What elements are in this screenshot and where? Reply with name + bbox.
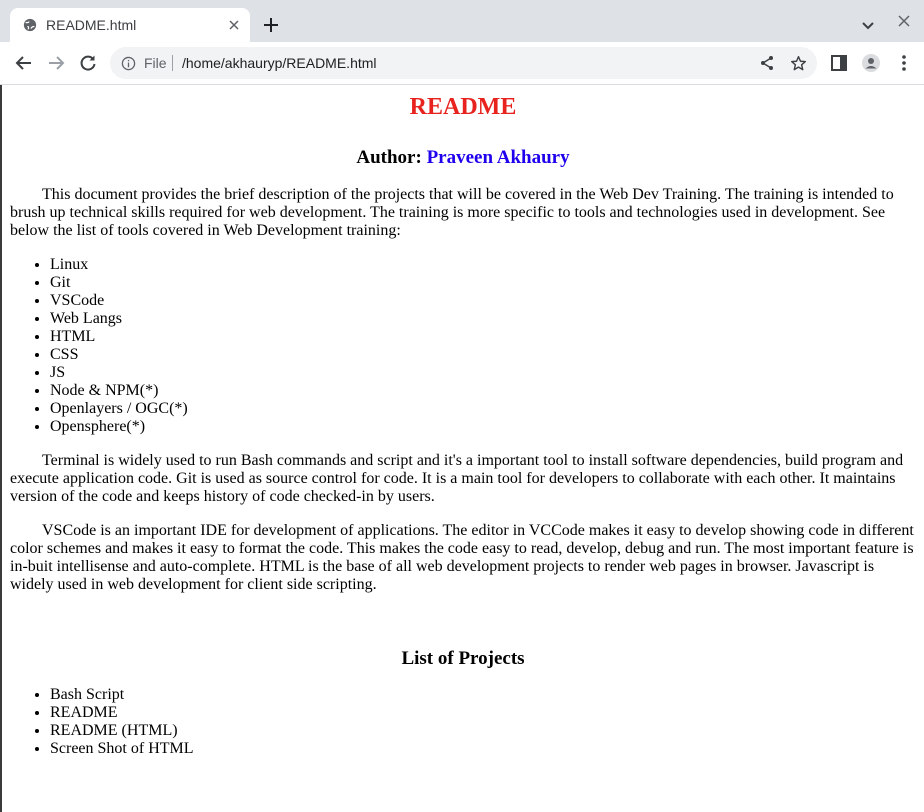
list-item: README [50, 704, 916, 722]
list-item: Openlayers / OGC(*) [50, 400, 916, 418]
side-panel-icon[interactable] [829, 53, 849, 73]
close-icon[interactable] [226, 17, 242, 33]
reload-icon[interactable] [78, 53, 98, 73]
url-text[interactable]: /home/akhauryp/README.html [182, 55, 377, 71]
close-icon[interactable] [896, 13, 912, 29]
back-arrow-icon[interactable] [14, 53, 34, 73]
terminal-paragraph: Terminal is widely used to run Bash comm… [10, 452, 904, 505]
list-item: Screen Shot of HTML [50, 740, 916, 758]
tools-list: Linux Git VSCode Web Langs HTML CSS JS N… [10, 256, 916, 436]
chevron-down-icon[interactable] [859, 17, 877, 35]
author-label: Author: [356, 147, 422, 168]
list-item: Web Langs [50, 310, 916, 328]
list-item: README (HTML) [50, 722, 916, 740]
projects-heading: List of Projects [401, 648, 525, 669]
profile-icon[interactable] [861, 53, 881, 73]
kebab-menu-icon[interactable] [894, 53, 914, 73]
page-content: README Author: Praveen Akhaury This docu… [0, 85, 924, 812]
address-bar[interactable]: File /home/akhauryp/README.html [110, 47, 817, 79]
browser-titlebar: README.html [0, 0, 924, 42]
list-item: JS [50, 364, 916, 382]
scheme-label: File [144, 55, 167, 71]
list-item: Linux [50, 256, 916, 274]
forward-arrow-icon[interactable] [46, 53, 66, 73]
browser-tab[interactable]: README.html [10, 8, 250, 42]
url-divider [172, 55, 173, 71]
list-item: Bash Script [50, 686, 916, 704]
list-item: Node & NPM(*) [50, 382, 916, 400]
list-item: CSS [50, 346, 916, 364]
globe-icon [23, 18, 37, 32]
browser-toolbar: File /home/akhauryp/README.html [0, 42, 924, 85]
vscode-paragraph: VSCode is an important IDE for developme… [10, 522, 914, 593]
list-item: Git [50, 274, 916, 292]
tab-title: README.html [46, 17, 137, 33]
info-icon[interactable] [121, 56, 136, 71]
projects-list: Bash Script README README (HTML) Screen … [10, 686, 916, 758]
intro-paragraph: This document provides the brief descrip… [10, 186, 894, 239]
star-icon[interactable] [790, 55, 807, 72]
author-name: Praveen Akhaury [426, 147, 570, 168]
list-item: Opensphere(*) [50, 418, 916, 436]
author-line: Author: Praveen Akhaury [10, 147, 916, 169]
list-item: VSCode [50, 292, 916, 310]
list-item: HTML [50, 328, 916, 346]
plus-icon[interactable] [262, 16, 280, 34]
page-title: README [409, 94, 517, 120]
share-icon[interactable] [759, 55, 775, 71]
